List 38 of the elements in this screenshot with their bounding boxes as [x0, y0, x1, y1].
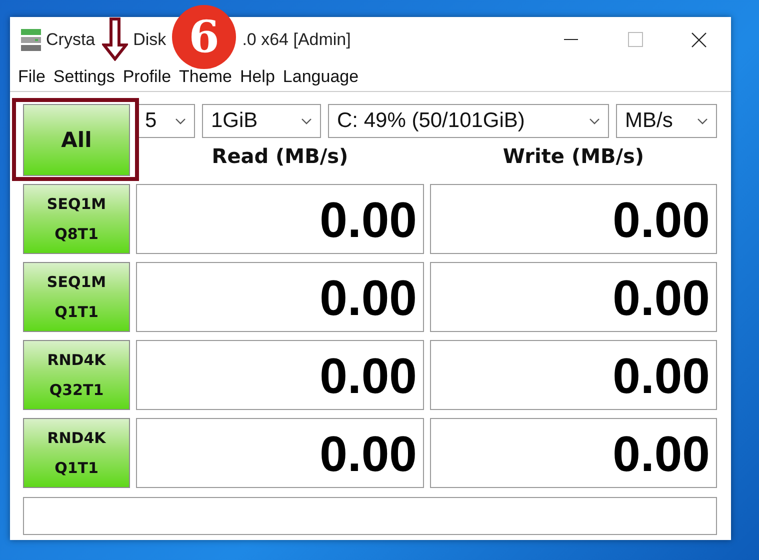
window-title: .0 x64 [Admin] [242, 30, 351, 50]
write-value: 0.00 [430, 340, 717, 410]
close-icon[interactable] [691, 32, 707, 48]
drive-icon [20, 28, 42, 52]
test-button[interactable]: RND4K Q32T1 [23, 340, 130, 410]
window-title: Crysta [46, 30, 96, 50]
menu-item[interactable]: Profile [120, 66, 178, 86]
write-value: 0.00 [430, 418, 717, 488]
menu-item[interactable]: Language [280, 66, 365, 86]
test-button[interactable]: SEQ1M Q1T1 [23, 262, 130, 332]
column-header: Read (MB/s) [210, 144, 350, 168]
window-title: Disk [133, 30, 166, 50]
test-button[interactable]: RND4K Q1T1 [23, 418, 130, 488]
chevron-down-icon [589, 118, 600, 124]
dropdown[interactable]: 1GiB [202, 104, 321, 138]
step-badge: 6 [172, 5, 236, 69]
dropdown[interactable]: 5 [136, 104, 195, 138]
menu-item[interactable]: Theme [177, 66, 238, 86]
menu-item[interactable]: Settings [51, 66, 121, 86]
minimize-icon[interactable] [564, 38, 578, 40]
chevron-down-icon [697, 118, 708, 124]
column-header: Write (MB/s) [502, 144, 646, 168]
read-value: 0.00 [136, 418, 424, 488]
read-value: 0.00 [136, 184, 424, 254]
dropdown[interactable]: MB/s [616, 104, 717, 138]
chevron-down-icon [175, 118, 186, 124]
menu-item[interactable]: File [16, 66, 52, 86]
read-value: 0.00 [136, 340, 424, 410]
down-arrow-drawing [102, 17, 128, 61]
chevron-down-icon [301, 118, 312, 124]
write-value: 0.00 [430, 262, 717, 332]
read-value: 0.00 [136, 262, 424, 332]
dropdown[interactable]: C: 49% (50/101GiB) [328, 104, 609, 138]
write-value: 0.00 [430, 184, 717, 254]
menu-item[interactable]: Help [238, 66, 281, 86]
all-button[interactable]: All [23, 104, 130, 176]
comment-field[interactable] [23, 497, 717, 535]
test-button[interactable]: SEQ1M Q8T1 [23, 184, 130, 254]
